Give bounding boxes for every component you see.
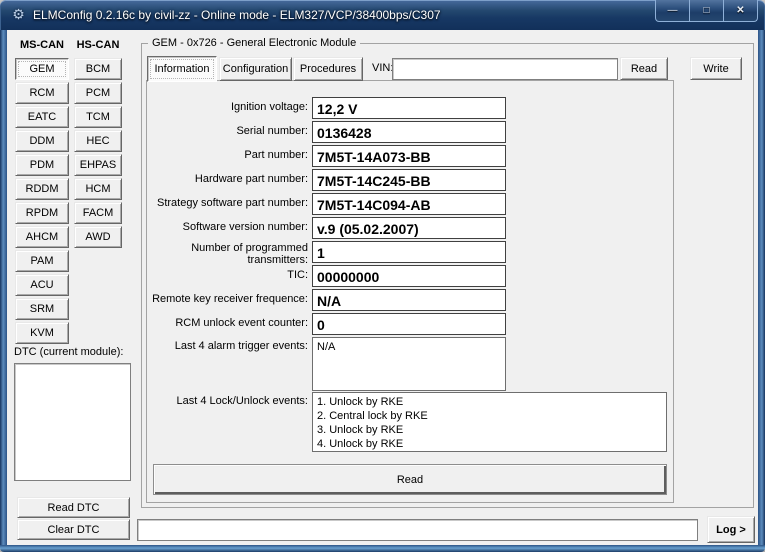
dtc-list[interactable] [14,363,131,481]
lock-unlock-events-label: Last 4 Lock/Unlock events: [150,395,308,407]
window-border-right [758,30,765,545]
field-label: TIC: [150,269,308,281]
sidebar-module-pcm[interactable]: PCM [74,82,122,104]
vin-input[interactable] [392,58,618,80]
field-value: 0 [312,313,506,335]
sidebar-module-srm[interactable]: SRM [15,298,69,320]
log-input[interactable] [137,519,698,541]
alarm-events-label: Last 4 alarm trigger events: [150,340,308,352]
field-value: 12,2 V [312,97,506,119]
sidebar-module-rddm[interactable]: RDDM [15,178,69,200]
vin-read-button[interactable]: Read [620,57,668,80]
sidebar-module-kvm[interactable]: KVM [15,322,69,344]
tab-information[interactable]: Information [147,56,217,82]
maximize-button[interactable]: □ [689,0,724,22]
sidebar-module-ehpas[interactable]: EHPAS [74,154,122,176]
lock-unlock-events-box: 1. Unlock by RKE 2. Central lock by RKE … [312,392,667,452]
field-label: Strategy software part number: [150,197,308,209]
tab-procedures[interactable]: Procedures [293,57,363,81]
field-value: 00000000 [312,265,506,287]
read-dtc-button[interactable]: Read DTC [17,497,130,518]
field-label: Part number: [150,149,308,161]
sidebar-module-facm[interactable]: FACM [74,202,122,224]
module-group-title: GEM - 0x726 - General Electronic Module [148,37,360,49]
field-value: v.9 (05.02.2007) [312,217,506,239]
vin-label: VIN: [372,62,393,74]
minimize-button[interactable]: — [655,0,690,22]
sidebar-module-pdm[interactable]: PDM [15,154,69,176]
field-value: 7M5T-14C094-AB [312,193,506,215]
field-label: RCM unlock event counter: [150,317,308,329]
gear-icon: ⚙ [10,6,27,23]
ms-can-header: MS-CAN [14,39,70,51]
sidebar-module-eatc[interactable]: EATC [15,106,69,128]
window-title: ELMConfig 0.2.16c by civil-zz - Online m… [33,8,441,22]
field-label: Remote key receiver frequence: [150,293,308,305]
dtc-label: DTC (current module): [14,346,123,358]
title-bar[interactable]: ⚙ ELMConfig 0.2.16c by civil-zz - Online… [0,0,765,30]
sidebar-module-rcm[interactable]: RCM [15,82,69,104]
sidebar-module-rpdm[interactable]: RPDM [15,202,69,224]
field-label: Ignition voltage: [150,101,308,113]
module-read-button[interactable]: Read [153,464,667,495]
tab-configuration[interactable]: Configuration [219,57,292,81]
sidebar-module-pam[interactable]: PAM [15,250,69,272]
elmconfig-window: ⚙ ELMConfig 0.2.16c by civil-zz - Online… [0,0,765,552]
sidebar-module-gem[interactable]: GEM [15,58,69,80]
field-label: Hardware part number: [150,173,308,185]
field-value: 7M5T-14A073-BB [312,145,506,167]
sidebar-module-bcm[interactable]: BCM [74,58,122,80]
field-value: 1 [312,241,506,263]
field-label: Software version number: [150,221,308,233]
field-value: 7M5T-14C245-BB [312,169,506,191]
sidebar-module-hec[interactable]: HEC [74,130,122,152]
window-border-left [0,30,7,545]
clear-dtc-button[interactable]: Clear DTC [17,519,130,540]
hs-can-header: HS-CAN [70,39,126,51]
sidebar-module-ddm[interactable]: DDM [15,130,69,152]
sidebar-module-hcm[interactable]: HCM [74,178,122,200]
sidebar-module-awd[interactable]: AWD [74,226,122,248]
close-button[interactable]: ✕ [723,0,758,22]
sidebar-module-ahcm[interactable]: AHCM [15,226,69,248]
vin-write-button[interactable]: Write [690,57,742,80]
field-value: N/A [312,289,506,311]
window-border-bottom [0,545,765,552]
field-label: Serial number: [150,125,308,137]
field-value: 0136428 [312,121,506,143]
log-button[interactable]: Log > [707,516,755,543]
field-label: Number of programmed transmitters: [150,242,308,266]
sidebar-module-acu[interactable]: ACU [15,274,69,296]
sidebar-module-tcm[interactable]: TCM [74,106,122,128]
window-controls: — □ ✕ [656,0,758,22]
alarm-events-box: N/A [312,337,506,391]
